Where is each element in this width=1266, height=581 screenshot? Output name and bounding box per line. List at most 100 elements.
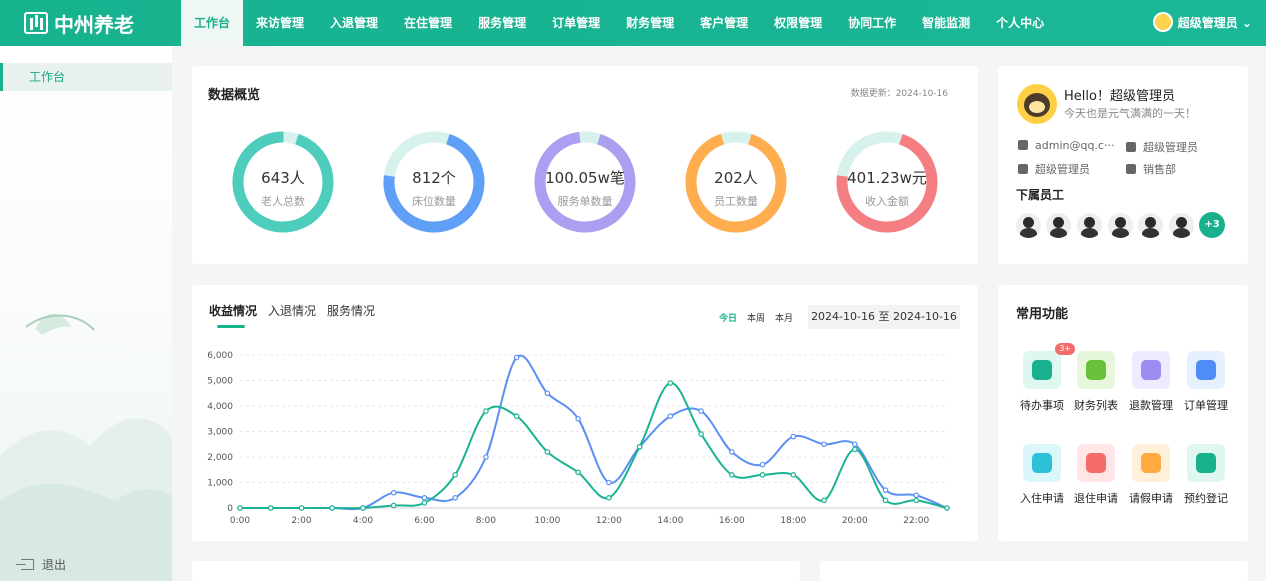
function-button[interactable]: 财务列表 <box>1068 351 1124 413</box>
metric-value: 812个 <box>412 169 456 187</box>
data-point-2[interactable] <box>237 505 243 511</box>
data-point-2[interactable] <box>544 449 551 455</box>
data-point-2[interactable] <box>329 505 336 511</box>
nav-collaboration[interactable]: 协同工作 <box>835 0 909 46</box>
nav-services[interactable]: 服务管理 <box>465 0 539 46</box>
data-point-2[interactable] <box>821 497 827 504</box>
data-point-2[interactable] <box>882 497 889 504</box>
employee-avatar[interactable] <box>1077 213 1102 238</box>
data-point-1[interactable] <box>606 479 612 486</box>
function-button[interactable]: 入住申请 <box>1014 444 1070 506</box>
data-point-2[interactable] <box>944 505 950 511</box>
data-point-2[interactable] <box>360 505 366 511</box>
employee-avatar[interactable] <box>1016 213 1041 238</box>
data-point-1[interactable] <box>698 408 704 414</box>
function-label: 财务列表 <box>1074 399 1118 412</box>
data-update-time: 数据更新：2024-10-16 <box>850 89 948 99</box>
function-button[interactable]: 订单管理 <box>1178 351 1234 413</box>
data-point-1[interactable] <box>575 415 581 422</box>
data-point-2[interactable] <box>452 472 458 478</box>
data-point-2[interactable] <box>913 497 920 504</box>
data-point-1[interactable] <box>667 413 674 420</box>
data-point-1[interactable] <box>882 487 889 493</box>
sidebar-item-workbench[interactable]: 工作台 <box>0 63 172 91</box>
function-label: 退款管理 <box>1129 399 1173 412</box>
y-tick-label: 6,000 <box>207 351 233 361</box>
data-point-2[interactable] <box>421 500 428 506</box>
data-point-2[interactable] <box>575 469 581 476</box>
y-tick-label: 0 <box>227 504 233 514</box>
data-point-2[interactable] <box>298 505 305 511</box>
data-point-1[interactable] <box>483 454 489 460</box>
data-point-2[interactable] <box>667 380 674 386</box>
function-glyph-icon <box>1086 360 1106 380</box>
nav-checkin-checkout[interactable]: 入退管理 <box>317 0 391 46</box>
function-button[interactable]: 3+ 待办事项 <box>1014 343 1075 413</box>
nav-visits[interactable]: 来访管理 <box>243 0 317 46</box>
profile-org: 超级管理员 <box>1035 163 1090 176</box>
department-icon <box>1126 164 1136 174</box>
income-line-chart: 0 1,000 2,000 3,000 4,000 5,000 6,000 0:00 2:00 4… <box>207 351 950 526</box>
x-tick-label: 0:00 <box>230 516 250 526</box>
bottom-left-card <box>192 561 800 581</box>
data-point-1[interactable] <box>390 489 397 496</box>
x-tick-label: 6:00 <box>414 516 434 526</box>
data-point-1[interactable] <box>452 495 458 501</box>
data-point-1[interactable] <box>729 449 735 455</box>
nav-residents[interactable]: 在住管理 <box>391 0 465 46</box>
metric-value: 100.05w笔 <box>545 169 625 187</box>
employee-avatar[interactable] <box>1138 213 1163 238</box>
function-button[interactable]: 预约登记 <box>1178 444 1234 506</box>
more-employees-button[interactable]: +3 <box>1199 212 1225 238</box>
data-point-1[interactable] <box>544 390 551 397</box>
function-button[interactable]: 退住申请 <box>1068 444 1124 506</box>
employee-avatar[interactable] <box>1108 213 1133 238</box>
nav-personal-center[interactable]: 个人中心 <box>983 0 1057 46</box>
app-name: 中州养老 <box>54 12 134 37</box>
data-point-1[interactable] <box>913 492 920 499</box>
data-point-2[interactable] <box>267 505 274 511</box>
data-point-2[interactable] <box>790 472 797 478</box>
nav-customers[interactable]: 客户管理 <box>687 0 761 46</box>
data-point-2[interactable] <box>636 444 643 450</box>
function-icon <box>1187 444 1225 482</box>
data-point-2[interactable] <box>513 413 520 420</box>
data-point-1[interactable] <box>759 461 766 468</box>
function-button[interactable]: 退款管理 <box>1123 351 1179 413</box>
profile-email-row: admin@qq.c··· <box>1018 139 1114 152</box>
profile-role-row: 超级管理员 <box>1126 139 1198 155</box>
data-point-2[interactable] <box>851 446 858 453</box>
data-point-2[interactable] <box>729 472 735 478</box>
data-point-1[interactable] <box>821 441 827 448</box>
data-point-1[interactable] <box>851 441 858 448</box>
employee-avatar[interactable] <box>1046 213 1071 238</box>
data-point-1[interactable] <box>513 354 520 361</box>
sidebar: 工作台 退出 <box>0 46 172 581</box>
nav-finance[interactable]: 财务管理 <box>613 0 687 46</box>
nav-smart-monitoring[interactable]: 智能监测 <box>909 0 983 46</box>
nav-workbench[interactable]: 工作台 <box>181 0 244 46</box>
nav-orders[interactable]: 订单管理 <box>539 0 613 46</box>
profile-dept-row: 销售部 <box>1126 161 1176 177</box>
data-point-2[interactable] <box>483 408 489 414</box>
logout-button[interactable]: 退出 <box>16 556 66 573</box>
function-glyph-icon <box>1032 360 1052 380</box>
function-glyph-icon <box>1141 453 1161 473</box>
y-tick-label: 3,000 <box>207 428 233 438</box>
data-point-2[interactable] <box>759 472 766 478</box>
data-point-2[interactable] <box>698 431 704 437</box>
app-logo[interactable]: 中州养老 <box>0 0 172 46</box>
function-button[interactable]: 请假申请 <box>1123 444 1179 506</box>
user-menu[interactable]: 超级管理员 ⌄ <box>1152 12 1252 32</box>
metric-value: 401.23w元 <box>847 169 927 187</box>
overview-title: 数据概览 <box>208 88 261 103</box>
data-point-2[interactable] <box>606 495 612 501</box>
nav-permissions[interactable]: 权限管理 <box>761 0 835 46</box>
employee-avatar[interactable] <box>1169 213 1194 238</box>
x-tick-label: 10:00 <box>534 516 560 526</box>
x-tick-label: 12:00 <box>596 516 622 526</box>
data-point-2[interactable] <box>390 502 397 509</box>
user-name: 超级管理员 ⌄ <box>1177 15 1252 30</box>
data-point-1[interactable] <box>421 495 428 501</box>
data-point-1[interactable] <box>790 433 797 440</box>
